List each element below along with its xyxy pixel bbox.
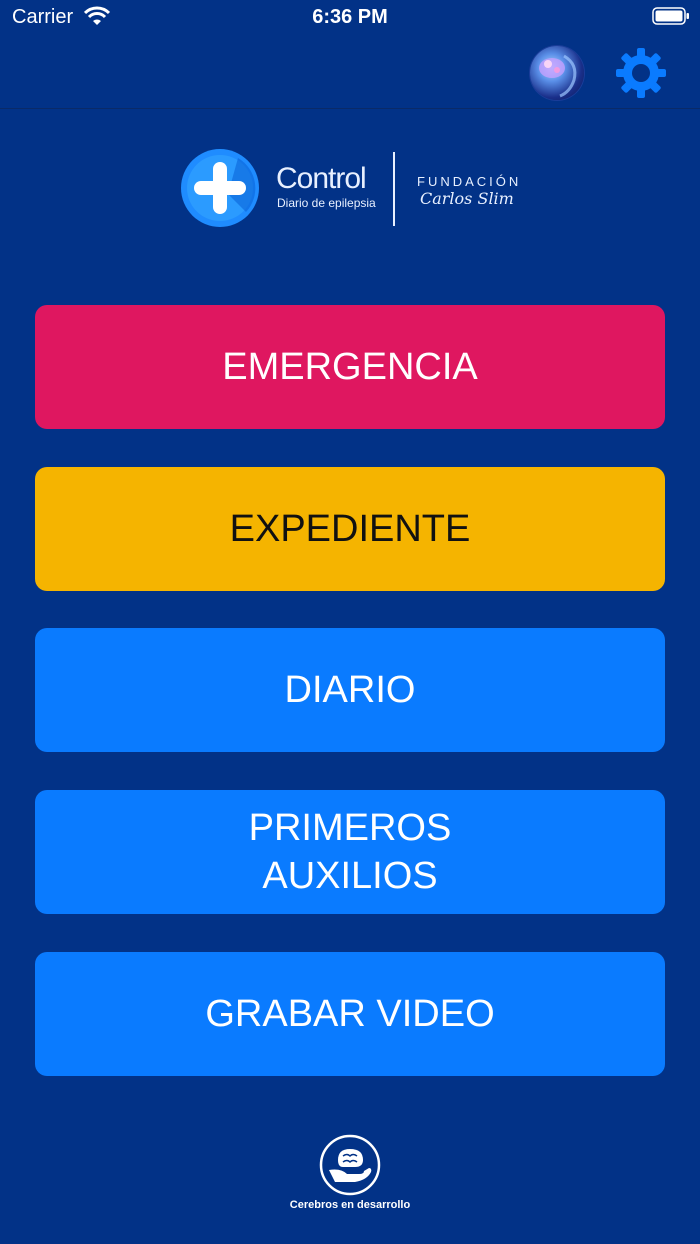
first-aid-button[interactable]: PRIMEROS AUXILIOS (35, 790, 665, 914)
diary-button[interactable]: DIARIO (35, 628, 665, 752)
medical-record-button[interactable]: EXPEDIENTE (35, 467, 665, 591)
logo-title: Control (276, 162, 367, 195)
brain-avatar-icon[interactable] (530, 46, 584, 100)
emergency-label: EMERGENCIA (222, 346, 478, 388)
first-aid-label-line1: PRIMEROS (248, 807, 452, 849)
first-aid-label-line2: AUXILIOS (262, 855, 438, 897)
brain-image (539, 54, 577, 98)
gear-icon[interactable] (614, 46, 668, 100)
foundation-label: FUNDACIÓN (417, 174, 522, 189)
record-video-label: GRABAR VIDEO (205, 993, 495, 1035)
footer-caption: Cerebros en desarrollo (289, 1199, 411, 1211)
emergency-button[interactable]: EMERGENCIA (35, 305, 665, 429)
plus-logo-icon (181, 149, 259, 227)
battery-icon (652, 7, 689, 25)
logo-divider (393, 152, 395, 226)
diary-label: DIARIO (284, 669, 416, 711)
foundation-name: Carlos Slim (420, 189, 514, 208)
clock: 6:36 PM (312, 6, 388, 28)
status-bar: Carrier 6:36 PM (0, 0, 700, 36)
first-aid-label: PRIMEROS AUXILIOS (249, 804, 452, 900)
medical-record-label: EXPEDIENTE (229, 508, 471, 550)
navigation-bar (0, 36, 700, 109)
brain-hand-logo-icon (319, 1134, 381, 1196)
record-video-button[interactable]: GRABAR VIDEO (35, 952, 665, 1076)
logo-subtitle: Diario de epilepsia (277, 196, 376, 210)
app-logo: Control Diario de epilepsia FUNDACIÓN Ca… (180, 148, 540, 232)
